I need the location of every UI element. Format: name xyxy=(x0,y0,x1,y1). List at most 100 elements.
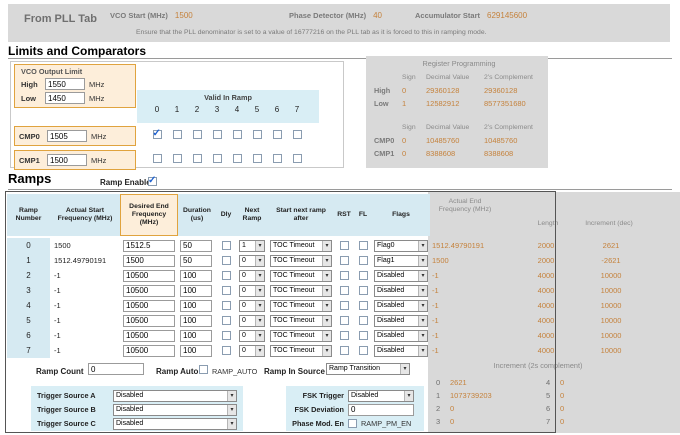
chevron-down-icon: ▾ xyxy=(400,364,409,374)
next-ramp-select[interactable]: 0 ▾ xyxy=(239,269,265,282)
increment-2s-value: 0 xyxy=(560,404,565,413)
flags-select[interactable]: Disabled ▾ xyxy=(374,299,428,312)
fsk-deviation-input[interactable] xyxy=(348,403,414,416)
duration-input[interactable] xyxy=(180,239,212,252)
start-next-ramp-after-select[interactable]: TOC Timeout ▾ xyxy=(270,299,332,312)
start-next-ramp-after-select[interactable]: TOC Timeout ▾ xyxy=(270,239,332,252)
cmp0-valid-checkbox[interactable] xyxy=(272,130,282,139)
desired-end-frequency-input[interactable] xyxy=(123,239,175,252)
next-ramp-select[interactable]: 0 ▾ xyxy=(239,299,265,312)
dly-checkbox[interactable] xyxy=(221,256,231,265)
desired-end-frequency-input[interactable] xyxy=(123,314,175,327)
dly-checkbox[interactable] xyxy=(221,346,231,355)
cmp0-input[interactable] xyxy=(47,130,87,142)
rst-checkbox[interactable] xyxy=(339,301,349,310)
cmp1-valid-checkbox[interactable] xyxy=(252,154,262,163)
rst-checkbox[interactable] xyxy=(339,316,349,325)
duration-input[interactable] xyxy=(180,254,212,267)
chevron-down-icon: ▾ xyxy=(322,330,331,341)
rst-checkbox[interactable] xyxy=(339,331,349,340)
rst-checkbox[interactable] xyxy=(339,241,349,250)
flags-select[interactable]: Disabled ▾ xyxy=(374,344,428,357)
cmp1-valid-checkbox[interactable] xyxy=(172,154,182,163)
cmp1-valid-checkbox[interactable] xyxy=(152,154,162,163)
header-dly: Dly xyxy=(220,211,232,219)
cmp0-valid-checkbox[interactable] xyxy=(252,130,262,139)
desired-end-frequency-input[interactable] xyxy=(123,329,175,342)
fsk-trigger-select[interactable]: Disabled ▾ xyxy=(348,389,414,402)
cmp1-valid-checkbox[interactable] xyxy=(212,154,222,163)
trigger-source-select[interactable]: Disabled ▾ xyxy=(113,417,237,430)
start-next-ramp-after-select[interactable]: TOC Timeout ▾ xyxy=(270,269,332,282)
fl-checkbox[interactable] xyxy=(358,331,368,340)
cmp0-valid-checkbox[interactable] xyxy=(192,130,202,139)
desired-end-frequency-input[interactable] xyxy=(123,254,175,267)
rst-checkbox[interactable] xyxy=(339,346,349,355)
duration-input[interactable] xyxy=(180,269,212,282)
fl-checkbox[interactable] xyxy=(358,286,368,295)
duration-input[interactable] xyxy=(180,284,212,297)
ramp-auto-checkbox[interactable] xyxy=(199,365,208,374)
duration-input[interactable] xyxy=(180,344,212,357)
flags-select[interactable]: Disabled ▾ xyxy=(374,329,428,342)
flags-select[interactable]: Flag1 ▾ xyxy=(374,254,428,267)
next-ramp-select[interactable]: 1 ▾ xyxy=(239,239,265,252)
dly-checkbox[interactable] xyxy=(221,271,231,280)
duration-input[interactable] xyxy=(180,314,212,327)
cmp1-valid-checkbox[interactable] xyxy=(272,154,282,163)
next-ramp-select[interactable]: 0 ▾ xyxy=(239,329,265,342)
start-next-ramp-after-select[interactable]: TOC Timeout ▾ xyxy=(270,314,332,327)
vco-high-input[interactable] xyxy=(45,78,85,90)
cmp1-valid-checkbox[interactable] xyxy=(292,154,302,163)
desired-end-frequency-input[interactable] xyxy=(123,284,175,297)
chevron-down-icon: ▾ xyxy=(322,255,331,266)
increment-dec-value: 10000 xyxy=(600,286,622,295)
desired-end-frequency-input[interactable] xyxy=(123,299,175,312)
cmp0-valid-checkbox[interactable] xyxy=(212,130,222,139)
rst-checkbox[interactable] xyxy=(339,286,349,295)
duration-input[interactable] xyxy=(180,299,212,312)
cmp1-valid-checkbox[interactable] xyxy=(192,154,202,163)
cmp0-valid-checkbox[interactable] xyxy=(292,130,302,139)
dly-checkbox[interactable] xyxy=(221,316,231,325)
rst-checkbox[interactable] xyxy=(339,271,349,280)
cmp0-valid-checkbox[interactable] xyxy=(172,130,182,139)
fl-checkbox[interactable] xyxy=(358,256,368,265)
flags-select[interactable]: Flag0 ▾ xyxy=(374,239,428,252)
start-next-ramp-after-select[interactable]: TOC Timeout ▾ xyxy=(270,344,332,357)
dly-checkbox[interactable] xyxy=(221,301,231,310)
start-next-ramp-after-select[interactable]: TOC Timeout ▾ xyxy=(270,284,332,297)
start-next-ramp-after-select[interactable]: TOC Timeout ▾ xyxy=(270,254,332,267)
flags-select[interactable]: Disabled ▾ xyxy=(374,284,428,297)
next-ramp-select[interactable]: 0 ▾ xyxy=(239,344,265,357)
ramp-count-input[interactable] xyxy=(88,363,144,375)
cmp1-input[interactable] xyxy=(47,154,87,166)
dly-checkbox[interactable] xyxy=(221,241,231,250)
fl-checkbox[interactable] xyxy=(358,316,368,325)
desired-end-frequency-input[interactable] xyxy=(123,269,175,282)
next-ramp-select[interactable]: 0 ▾ xyxy=(239,284,265,297)
desired-end-frequency-input[interactable] xyxy=(123,344,175,357)
fl-checkbox[interactable] xyxy=(358,301,368,310)
flags-select[interactable]: Disabled ▾ xyxy=(374,269,428,282)
duration-input[interactable] xyxy=(180,329,212,342)
fl-checkbox[interactable] xyxy=(358,271,368,280)
cmp0-valid-checkbox[interactable] xyxy=(152,128,162,139)
fl-checkbox[interactable] xyxy=(358,346,368,355)
cmp1-valid-checkbox[interactable] xyxy=(232,154,242,163)
fl-checkbox[interactable] xyxy=(358,241,368,250)
flags-select[interactable]: Disabled ▾ xyxy=(374,314,428,327)
start-next-ramp-after-select[interactable]: TOC Timeout ▾ xyxy=(270,329,332,342)
phase-mod-checkbox[interactable] xyxy=(348,419,357,428)
ramp-enable-checkbox[interactable] xyxy=(148,175,157,186)
cmp0-valid-checkbox[interactable] xyxy=(232,130,242,139)
dly-checkbox[interactable] xyxy=(221,331,231,340)
dly-checkbox[interactable] xyxy=(221,286,231,295)
trigger-source-select[interactable]: Disabled ▾ xyxy=(113,389,237,402)
next-ramp-select[interactable]: 0 ▾ xyxy=(239,254,265,267)
ramp-in-source-select[interactable]: Ramp Transition ▾ xyxy=(326,363,410,375)
next-ramp-select[interactable]: 0 ▾ xyxy=(239,314,265,327)
trigger-source-select[interactable]: Disabled ▾ xyxy=(113,403,237,416)
vco-low-input[interactable] xyxy=(45,92,85,104)
rst-checkbox[interactable] xyxy=(339,256,349,265)
